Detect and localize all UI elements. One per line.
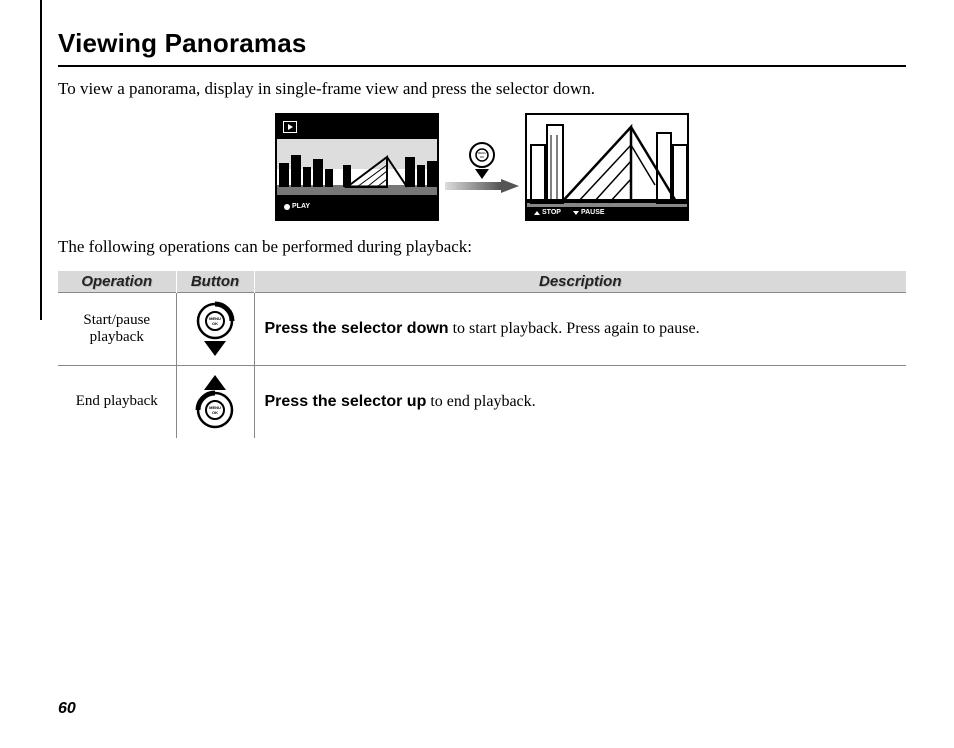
figure-row: PLAY MENU OK <box>58 113 906 221</box>
margin-rule <box>40 0 42 320</box>
cell-description: Press the selector down to start playbac… <box>254 292 906 365</box>
table-row: End playback MENU OK Press the selecto <box>58 365 906 438</box>
header-description: Description <box>254 271 906 293</box>
play-label: PLAY <box>292 203 310 210</box>
page: Viewing Panoramas To view a panorama, di… <box>0 0 954 748</box>
page-title: Viewing Panoramas <box>58 28 906 67</box>
selector-up-icon: MENU OK <box>193 374 237 430</box>
pause-hint: PAUSE <box>570 208 608 218</box>
playback-mode-icon <box>283 121 297 133</box>
pause-label: PAUSE <box>581 209 605 216</box>
svg-text:OK: OK <box>480 155 484 159</box>
table-row: Start/pause playback MENU OK Press the <box>58 292 906 365</box>
playback-footer: STOP PAUSE <box>527 207 687 219</box>
cell-description: Press the selector up to end playback. <box>254 365 906 438</box>
right-arrow-icon <box>445 179 519 193</box>
stop-label: STOP <box>542 209 561 216</box>
lcd-preview-single-frame: PLAY <box>275 113 439 221</box>
table-intro: The following operations can be performe… <box>58 235 906 259</box>
preview-city-illustration-wide <box>527 115 687 219</box>
operations-table: Operation Button Description Start/pause… <box>58 271 906 438</box>
transition-arrow-block: MENU OK <box>445 141 519 193</box>
cell-button: MENU OK <box>176 292 254 365</box>
cell-operation: End playback <box>58 365 176 438</box>
header-button: Button <box>176 271 254 293</box>
header-operation: Operation <box>58 271 176 293</box>
table-header-row: Operation Button Description <box>58 271 906 293</box>
letterbox-top <box>277 115 437 139</box>
selector-down-icon: MENU OK <box>193 301 237 357</box>
intro-paragraph: To view a panorama, display in single-fr… <box>58 77 906 101</box>
stop-hint: STOP <box>531 208 564 218</box>
play-hint: PLAY <box>281 202 313 212</box>
svg-text:OK: OK <box>212 321 218 326</box>
preview-city-illustration <box>277 155 437 199</box>
lcd-preview-panorama-playing: STOP PAUSE <box>525 113 689 221</box>
cell-button: MENU OK <box>176 365 254 438</box>
letterbox-bottom: PLAY <box>277 195 437 219</box>
cell-operation: Start/pause playback <box>58 292 176 365</box>
page-number: 60 <box>58 700 76 718</box>
selector-down-icon: MENU OK <box>465 141 499 175</box>
svg-text:OK: OK <box>212 410 218 415</box>
